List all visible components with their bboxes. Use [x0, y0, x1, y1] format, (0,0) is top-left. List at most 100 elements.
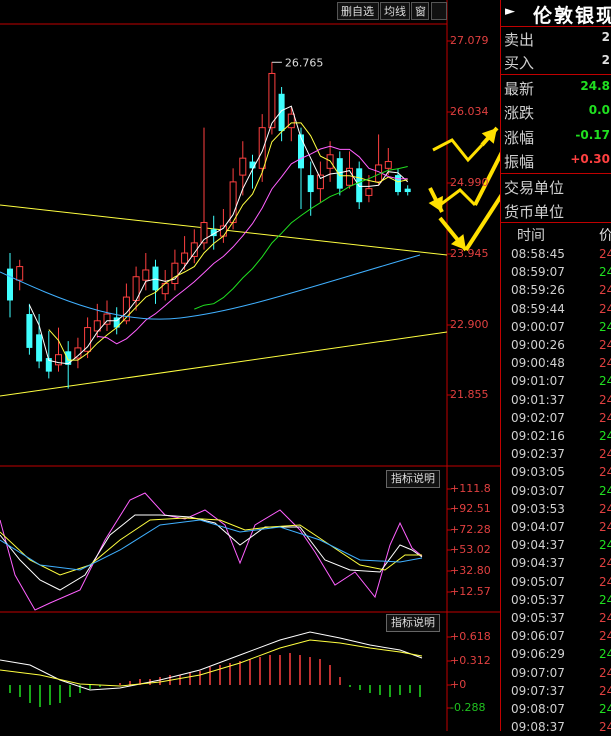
- expand-arrow-icon[interactable]: ►: [505, 4, 515, 19]
- ma-line-yellow: [48, 122, 408, 361]
- candle-body: [395, 175, 401, 193]
- tick-time: 09:08:07: [511, 702, 565, 716]
- candle-body: [84, 327, 92, 352]
- candle-body: [229, 181, 237, 224]
- divider: [501, 74, 611, 75]
- last-label: 最新: [504, 80, 535, 98]
- ma-line-cyan: [0, 254, 421, 320]
- tick-row: 09:02:07 24: [501, 409, 611, 427]
- tick-time: 09:01:07: [511, 374, 565, 389]
- tick-row: 09:04:37 24: [501, 536, 611, 554]
- ma-line-white: [28, 105, 409, 365]
- amp-row: 振幅 +0.30: [501, 149, 611, 173]
- candle-body: [181, 252, 189, 264]
- last-value: 24.8: [580, 79, 610, 93]
- tick-price: 24: [599, 574, 611, 589]
- tick-price: 24: [599, 629, 611, 644]
- indicator-line-yellow: [0, 517, 422, 576]
- indicator-line-cyan: [0, 519, 423, 571]
- tick-time: 09:04:37: [511, 556, 565, 571]
- window-button[interactable]: 窗: [411, 2, 429, 20]
- tick-price: 24: [599, 374, 611, 389]
- moving-average-button[interactable]: 均线: [380, 2, 410, 20]
- buy-value: 2: [601, 53, 610, 67]
- indicator-axis-label: +92.51: [450, 502, 491, 515]
- price-axis-label: 22.900: [450, 318, 489, 331]
- delete-watchlist-button[interactable]: 删自选: [337, 2, 379, 20]
- tick-price: 24: [599, 665, 611, 680]
- tick-row: 09:01:07 24: [501, 372, 611, 390]
- tick-price: 24: [599, 520, 611, 534]
- pct-row: 涨幅 -0.17: [501, 125, 611, 149]
- quote-panel: ► 伦敦银现 卖出 2 买入 2 最新 24.8 涨跌 0.0 涨幅 -0.17…: [500, 0, 611, 734]
- price-axis-label: 27.079: [450, 34, 489, 47]
- indicator-axis-label: +53.02: [450, 543, 491, 556]
- candle-body: [26, 314, 33, 348]
- tick-time: 09:01:37: [511, 392, 565, 407]
- ticks-header: 时间 价: [501, 224, 611, 244]
- candle-body: [268, 72, 276, 129]
- indicator-axis-label: +12.57: [450, 585, 491, 598]
- tick-row: 09:00:48 24: [501, 354, 611, 372]
- tick-row: 09:03:53 24: [501, 500, 611, 518]
- tick-row: 09:00:26 24: [501, 336, 611, 354]
- buy-row: 买入 2: [501, 50, 611, 74]
- tick-time: 09:03:05: [511, 465, 565, 480]
- toolbar-scroll-button[interactable]: [431, 2, 447, 20]
- currency-unit-label: 货币单位: [504, 203, 565, 221]
- indicator-axis-label: +0.618: [450, 630, 491, 643]
- tick-price: 24: [599, 611, 611, 625]
- tick-row: 09:07:07 24: [501, 664, 611, 682]
- change-label: 涨跌: [504, 104, 535, 122]
- candle-body: [171, 262, 179, 285]
- amp-value: +0.30: [570, 152, 610, 166]
- tick-time: 09:07:07: [511, 665, 565, 680]
- tick-row: 09:02:16 24: [501, 427, 611, 445]
- tick-row: 09:01:37 24: [501, 391, 611, 409]
- tick-price: 24: [599, 465, 611, 480]
- tick-time: 08:59:26: [511, 283, 565, 298]
- tick-row: 09:06:07 24: [501, 627, 611, 645]
- tick-time: 09:00:48: [511, 356, 565, 371]
- tick-time: 09:04:07: [511, 520, 565, 534]
- tick-row: 09:08:37 24: [501, 718, 611, 736]
- last-row: 最新 24.8: [501, 76, 611, 100]
- candle-body: [16, 266, 24, 281]
- tick-price: 24: [599, 702, 611, 716]
- macd-line-white: [0, 631, 423, 691]
- buy-label: 买入: [504, 54, 535, 72]
- sell-row: 卖出 2: [501, 27, 611, 51]
- indicator-axis-label: +111.8: [450, 482, 491, 495]
- indicator-info-button[interactable]: 指标说明: [386, 614, 440, 632]
- tick-time: 09:06:07: [511, 629, 565, 644]
- high-annotation: 26.765: [285, 56, 324, 69]
- divider: [501, 222, 611, 223]
- tick-row: 09:05:07 24: [501, 573, 611, 591]
- indicator-axis-label: +32.80: [450, 564, 491, 577]
- tick-row: 09:04:07 24: [501, 518, 611, 536]
- tick-row: 09:05:37 24: [501, 591, 611, 609]
- tick-row: 08:59:44 24: [501, 300, 611, 318]
- tick-row: 09:08:07 24: [501, 700, 611, 718]
- indicator-info-button[interactable]: 指标说明: [386, 470, 440, 488]
- macd-line-yellow: [0, 639, 423, 687]
- candle-body: [356, 168, 363, 203]
- price-axis-label: 26.034: [450, 105, 489, 118]
- tick-price: 24: [599, 592, 611, 607]
- zigzag-arrow: [439, 188, 477, 207]
- change-value: 0.0: [588, 103, 610, 117]
- tick-price: 24: [599, 429, 611, 443]
- candle-body: [142, 269, 150, 281]
- zigzag-arrow: [432, 138, 484, 163]
- candle-body: [384, 161, 392, 169]
- sell-value: 2: [601, 30, 610, 44]
- indicator-axis-label: +72.28: [450, 523, 491, 536]
- tick-time: 09:08:37: [511, 720, 565, 735]
- tick-price: 24: [599, 283, 611, 298]
- amp-label: 振幅: [504, 153, 535, 171]
- tick-row: 09:07:37 24: [501, 682, 611, 700]
- tick-price: 24: [599, 356, 611, 371]
- tick-price: 24: [599, 319, 611, 334]
- tick-time: 09:00:07: [511, 319, 565, 334]
- tick-time: 09:04:37: [511, 538, 565, 553]
